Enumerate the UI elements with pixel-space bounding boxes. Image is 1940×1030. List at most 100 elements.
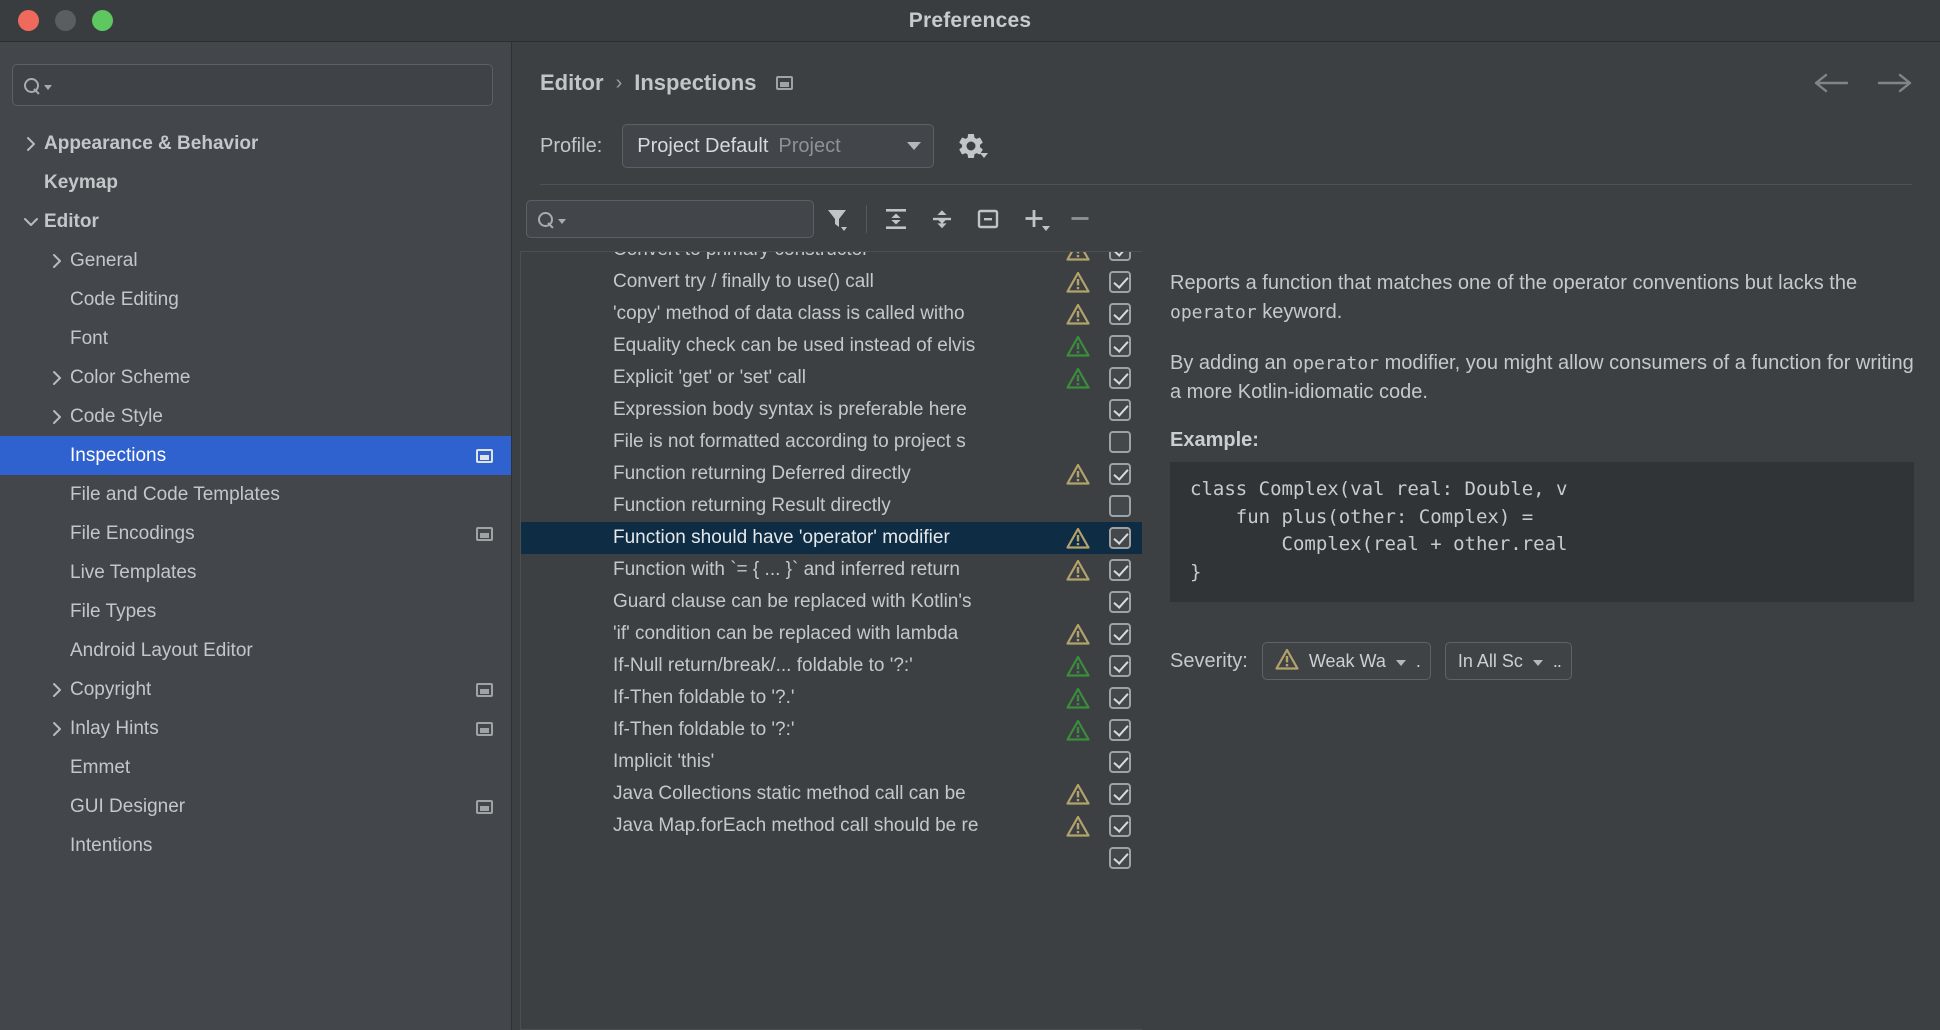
- profile-dropdown[interactable]: Project Default Project: [622, 124, 935, 168]
- chevron-down-icon[interactable]: [18, 215, 44, 228]
- inspections-list[interactable]: Convert to primary constructor Convert tr…: [520, 251, 1142, 1030]
- inspection-checkbox[interactable]: [1098, 591, 1142, 613]
- sidebar-item-inspections[interactable]: Inspections: [0, 436, 511, 475]
- inspection-checkbox[interactable]: [1098, 271, 1142, 293]
- inspection-row[interactable]: Implicit 'this': [521, 746, 1142, 778]
- inspection-checkbox[interactable]: [1098, 815, 1142, 837]
- inspection-row[interactable]: Java Map.forEach method call should be r…: [521, 810, 1142, 842]
- inspection-checkbox[interactable]: [1098, 303, 1142, 325]
- reset-icon[interactable]: [965, 199, 1011, 239]
- gear-icon[interactable]: [954, 129, 989, 163]
- inspection-checkbox[interactable]: [1098, 399, 1142, 421]
- inspection-row[interactable]: File is not formatted according to proje…: [521, 426, 1142, 458]
- inspection-row[interactable]: Guard clause can be replaced with Kotlin…: [521, 586, 1142, 618]
- inspection-row[interactable]: Function should have 'operator' modifier: [521, 522, 1142, 554]
- remove-icon[interactable]: [1057, 199, 1103, 239]
- inspection-checkbox[interactable]: [1098, 367, 1142, 389]
- breadcrumb-item-editor[interactable]: Editor: [540, 70, 604, 96]
- inspection-row[interactable]: 'copy' method of data class is called wi…: [521, 298, 1142, 330]
- inspection-checkbox[interactable]: [1098, 623, 1142, 645]
- forward-arrow-icon[interactable]: [1876, 72, 1912, 94]
- inspection-label: If-Null return/break/... foldable to '?:…: [613, 655, 913, 676]
- sidebar-item-appearance-behavior[interactable]: Appearance & Behavior: [0, 124, 511, 163]
- inspection-row[interactable]: Expression body syntax is preferable her…: [521, 394, 1142, 426]
- sidebar-item-label: Inspections: [70, 444, 167, 466]
- inspection-checkbox[interactable]: [1098, 687, 1142, 709]
- inspection-row[interactable]: If-Then foldable to '?.': [521, 682, 1142, 714]
- sidebar-item-emmet[interactable]: Emmet: [0, 748, 511, 787]
- chevron-right-icon[interactable]: [44, 408, 70, 426]
- sidebar-item-file-types[interactable]: File Types: [0, 592, 511, 631]
- chevron-right-icon[interactable]: [44, 681, 70, 699]
- inspection-checkbox[interactable]: [1098, 495, 1142, 517]
- sidebar-item-file-and-code-templates[interactable]: File and Code Templates: [0, 475, 511, 514]
- inspection-row[interactable]: Explicit 'get' or 'set' call: [521, 362, 1142, 394]
- inspection-checkbox[interactable]: [1098, 252, 1142, 261]
- search-history-caret-icon[interactable]: [558, 218, 566, 224]
- filter-icon[interactable]: [814, 199, 860, 239]
- window-body: Appearance & Behavior Keymap Editor General…: [0, 42, 1940, 1030]
- sidebar-search-input[interactable]: [56, 76, 482, 94]
- inspection-row[interactable]: Convert to primary constructor: [521, 252, 1142, 266]
- inspection-label: Function should have 'operator' modifier: [613, 527, 950, 548]
- sidebar-item-general[interactable]: General: [0, 241, 511, 280]
- inspection-checkbox[interactable]: [1098, 783, 1142, 805]
- back-arrow-icon[interactable]: [1814, 72, 1850, 94]
- inspection-checkbox[interactable]: [1098, 751, 1142, 773]
- inspection-row[interactable]: Convert try / finally to use() call: [521, 266, 1142, 298]
- sidebar-item-code-style[interactable]: Code Style: [0, 397, 511, 436]
- search-history-caret-icon[interactable]: [44, 84, 52, 90]
- chevron-down-icon: [1532, 659, 1543, 666]
- sidebar-item-intentions[interactable]: Intentions: [0, 826, 511, 865]
- inspection-row[interactable]: Equality check can be used instead of el…: [521, 330, 1142, 362]
- profile-scope: Project: [778, 134, 841, 157]
- inspection-search-box[interactable]: [526, 200, 814, 238]
- inspection-checkbox[interactable]: [1098, 719, 1142, 741]
- sidebar-item-gui-designer[interactable]: GUI Designer: [0, 787, 511, 826]
- inspection-row[interactable]: Function returning Result directly: [521, 490, 1142, 522]
- module-scope-icon: [476, 799, 493, 814]
- sidebar-item-editor[interactable]: Editor: [0, 202, 511, 241]
- weak-warning-icon: [1058, 623, 1098, 645]
- inspection-row[interactable]: Java Collections static method call can …: [521, 778, 1142, 810]
- inspection-row[interactable]: 'if' condition can be replaced with lamb…: [521, 618, 1142, 650]
- sidebar-item-font[interactable]: Font: [0, 319, 511, 358]
- severity-scope-button[interactable]: In All Sc ..: [1444, 642, 1572, 681]
- sidebar-item-file-encodings[interactable]: File Encodings: [0, 514, 511, 553]
- inspection-search-input[interactable]: [570, 210, 803, 228]
- inspection-row[interactable]: If-Null return/break/... foldable to '?:…: [521, 650, 1142, 682]
- expand-all-icon[interactable]: [873, 199, 919, 239]
- add-icon[interactable]: [1011, 199, 1057, 239]
- sidebar-item-color-scheme[interactable]: Color Scheme: [0, 358, 511, 397]
- chevron-right-icon[interactable]: [18, 135, 44, 153]
- inspection-checkbox[interactable]: [1098, 431, 1142, 453]
- inspection-label: Java Map.forEach method call should be r…: [613, 815, 979, 836]
- chevron-right-icon[interactable]: [44, 369, 70, 387]
- navigation-buttons: [1814, 64, 1912, 102]
- sidebar-item-android-layout-editor[interactable]: Android Layout Editor: [0, 631, 511, 670]
- sidebar-item-live-templates[interactable]: Live Templates: [0, 553, 511, 592]
- sidebar-item-code-editing[interactable]: Code Editing: [0, 280, 511, 319]
- inspection-checkbox[interactable]: [1098, 655, 1142, 677]
- chevron-right-icon[interactable]: [44, 720, 70, 738]
- inspection-row[interactable]: If-Then foldable to '?:': [521, 714, 1142, 746]
- close-window-button[interactable]: [18, 10, 39, 31]
- minimize-window-button[interactable]: [55, 10, 76, 31]
- sidebar-search-box[interactable]: [12, 64, 493, 106]
- sidebar-item-keymap[interactable]: Keymap: [0, 163, 511, 202]
- inspection-checkbox[interactable]: [1098, 335, 1142, 357]
- inspection-checkbox[interactable]: [1098, 847, 1142, 869]
- inspection-checkbox[interactable]: [1098, 559, 1142, 581]
- inspection-row[interactable]: Function returning Deferred directly: [521, 458, 1142, 490]
- severity-level-button[interactable]: Weak Wa .: [1261, 642, 1431, 681]
- sidebar-item-inlay-hints[interactable]: Inlay Hints: [0, 709, 511, 748]
- zoom-window-button[interactable]: [92, 10, 113, 31]
- sidebar-item-copyright[interactable]: Copyright: [0, 670, 511, 709]
- inspection-checkbox[interactable]: [1098, 527, 1142, 549]
- inspection-row[interactable]: Function with `= { ... }` and inferred r…: [521, 554, 1142, 586]
- chevron-right-icon[interactable]: [44, 252, 70, 270]
- example-code-block: class Complex(val real: Double, v fun pl…: [1170, 462, 1914, 603]
- inspection-row[interactable]: [521, 842, 1142, 874]
- collapse-all-icon[interactable]: [919, 199, 965, 239]
- inspection-checkbox[interactable]: [1098, 463, 1142, 485]
